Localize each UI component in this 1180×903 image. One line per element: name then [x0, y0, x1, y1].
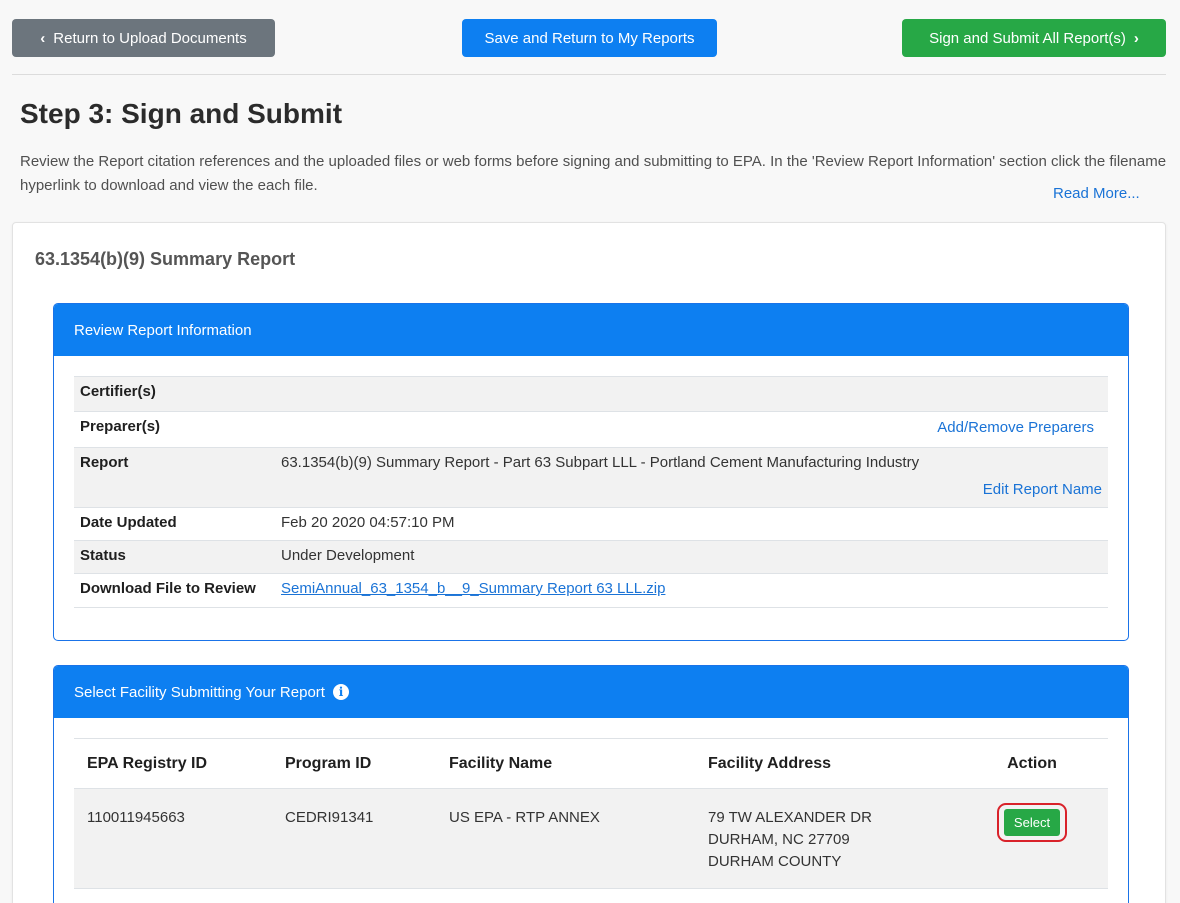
col-action: Action [1007, 754, 1057, 772]
facility-address-cell: 79 TW ALEXANDER DR DURHAM, NC 27709 DURH… [708, 789, 982, 888]
report-card: 63.1354(b)(9) Summary Report Review Repo… [12, 222, 1166, 903]
add-remove-preparers-link[interactable]: Add/Remove Preparers [937, 419, 1094, 436]
download-file-value: SemiAnnual_63_1354_b__9_Summary Report 6… [281, 574, 1108, 597]
col-program-id: Program ID [285, 754, 372, 772]
program-id-cell: CEDRI91341 [285, 809, 374, 826]
col-facility-name: Facility Name [449, 754, 553, 772]
row-report: Report 63.1354(b)(9) Summary Report - Pa… [74, 447, 1108, 507]
preparers-value [281, 412, 1108, 418]
review-panel-header: Review Report Information [54, 304, 1128, 356]
read-more-link[interactable]: Read More... [1053, 185, 1140, 202]
select-facility-button[interactable]: Select [1003, 809, 1061, 836]
facility-panel-heading: Select Facility Submitting Your Report [74, 683, 325, 701]
facility-panel-header: Select Facility Submitting Your Report i [54, 666, 1128, 718]
col-epa-registry-id: EPA Registry ID [87, 754, 208, 772]
address-line-3: DURHAM COUNTY [708, 853, 842, 870]
top-action-bar: ‹ Return to Upload Documents Save and Re… [0, 0, 1180, 75]
row-download-file: Download File to Review SemiAnnual_63_13… [74, 573, 1108, 608]
download-file-label: Download File to Review [80, 580, 256, 597]
row-date-updated: Date Updated Feb 20 2020 04:57:10 PM [74, 507, 1108, 540]
review-report-panel: Review Report Information Certifier(s) P… [53, 303, 1129, 641]
info-icon[interactable]: i [332, 684, 349, 700]
page-title: Step 3: Sign and Submit [20, 98, 343, 129]
chevron-left-icon: ‹ [40, 29, 46, 47]
review-info-table: Certifier(s) Preparer(s) Add/Remove Prep… [74, 376, 1108, 608]
save-and-return-button[interactable]: Save and Return to My Reports [462, 19, 717, 57]
facility-table-header: EPA Registry ID Program ID Facility Name… [74, 739, 1108, 789]
sign-and-submit-label: Sign and Submit All Report(s) [929, 29, 1126, 47]
select-highlight: Select [996, 803, 1068, 842]
row-certifiers: Certifier(s) [74, 376, 1108, 411]
action-cell: Select [982, 789, 1108, 888]
select-facility-panel: Select Facility Submitting Your Report i… [53, 665, 1129, 903]
table-row: 110011945663 CEDRI91341 US EPA - RTP ANN… [74, 789, 1108, 889]
save-and-return-label: Save and Return to My Reports [484, 29, 695, 47]
report-value: 63.1354(b)(9) Summary Report - Part 63 S… [281, 454, 920, 471]
address-line-1: 79 TW ALEXANDER DR [708, 809, 872, 826]
facility-name-cell: US EPA - RTP ANNEX [449, 809, 600, 826]
return-to-upload-label: Return to Upload Documents [53, 29, 247, 47]
registry-id-cell: 110011945663 [87, 809, 185, 826]
certifiers-label: Certifier(s) [80, 383, 156, 400]
report-label: Report [80, 454, 129, 471]
edit-report-name-link[interactable]: Edit Report Name [983, 481, 1102, 498]
date-updated-value: Feb 20 2020 04:57:10 PM [281, 514, 455, 531]
row-preparers: Preparer(s) Add/Remove Preparers [74, 411, 1108, 447]
date-updated-label: Date Updated [80, 514, 177, 531]
report-title: 63.1354(b)(9) Summary Report [35, 249, 296, 269]
address-line-2: DURHAM, NC 27709 [708, 831, 850, 848]
facility-table: EPA Registry ID Program ID Facility Name… [74, 738, 1108, 889]
sign-and-submit-button[interactable]: Sign and Submit All Report(s) › [902, 19, 1166, 57]
chevron-right-icon: › [1133, 29, 1139, 47]
return-to-upload-button[interactable]: ‹ Return to Upload Documents [12, 19, 275, 57]
download-file-link[interactable]: SemiAnnual_63_1354_b__9_Summary Report 6… [281, 580, 665, 597]
preparers-label: Preparer(s) [80, 418, 161, 435]
status-label: Status [80, 547, 126, 564]
intro-text: Review the Report citation references an… [20, 153, 1167, 194]
certifiers-value [281, 377, 1108, 383]
status-value: Under Development [281, 547, 415, 564]
divider [12, 74, 1166, 75]
review-panel-heading: Review Report Information [74, 321, 252, 339]
row-status: Status Under Development [74, 540, 1108, 573]
col-facility-address: Facility Address [708, 754, 832, 772]
